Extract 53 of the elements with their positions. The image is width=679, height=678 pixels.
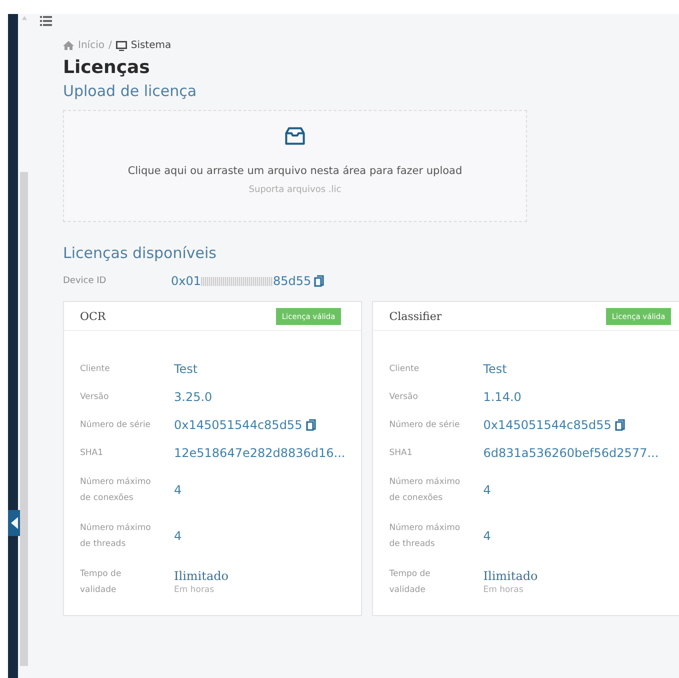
field-value: 6d831a536260bef56d2577... [483, 446, 659, 460]
field-label: Tempo de validade [389, 568, 432, 597]
field-value: 12e518647e282d8836d16... [174, 446, 346, 460]
upload-hint: Suporta arquivos .lic [248, 185, 342, 195]
field-value: Test [174, 362, 198, 376]
chevron-left-icon [10, 517, 18, 529]
field-value: 4 [174, 483, 182, 497]
field-label: Número máximo de threads [80, 522, 152, 551]
field-label: Versão [80, 391, 110, 404]
field-label: Número máximo de threads [389, 522, 462, 551]
copy-icon[interactable] [615, 419, 626, 431]
field-value: 4 [483, 483, 491, 497]
upload-dropzone[interactable]: Clique aqui ou arraste um arquivo nesta área para fazer upload Suporta arquivos .lic [63, 110, 527, 222]
page-title: Licenças [63, 57, 151, 78]
field-value: Ilimitado [174, 569, 229, 583]
field-value: 1.14.0 [483, 390, 522, 404]
scrollbar-thumb[interactable] [20, 172, 28, 666]
field-value: 4 [483, 529, 491, 543]
copy-icon[interactable] [314, 275, 324, 287]
field-label: Número máximo de conexões [389, 476, 462, 505]
field-value: Test [483, 362, 507, 376]
breadcrumb-separator: / [108, 40, 112, 51]
field-value: 0x145051544c85d55 [483, 418, 612, 432]
field-note: Em horas [483, 585, 524, 595]
field-label: Número de série [80, 419, 152, 432]
field-value: 4 [174, 529, 182, 543]
section-heading: Licenças disponíveis [63, 244, 218, 262]
device-id-suffix: 85d55 [273, 274, 312, 288]
device-id-prefix: 0x01 [171, 274, 202, 288]
upload-prompt: Clique aqui ou arraste um arquivo nesta área para fazer upload [128, 165, 462, 177]
field-label: Número de série [389, 419, 461, 432]
field-label: Número máximo de conexões [80, 476, 152, 505]
field-value: 3.25.0 [174, 390, 212, 404]
field-label: Cliente [389, 363, 420, 376]
field-label: SHA1 [389, 447, 414, 460]
monitor-icon [116, 40, 127, 50]
device-id-label: Device ID [63, 276, 108, 286]
field-value: 0x145051544c85d55 [174, 418, 302, 432]
menu-icon[interactable] [40, 16, 52, 26]
card-title: Classifier [389, 310, 442, 322]
card-title: OCR [80, 310, 106, 322]
field-label: SHA1 [80, 447, 104, 460]
field-value: Ilimitado [483, 569, 538, 583]
field-label: Tempo de validade [80, 568, 122, 597]
collapse-tab[interactable] [8, 510, 20, 536]
inbox-icon [285, 127, 305, 145]
breadcrumb-link[interactable]: Sistema [130, 40, 172, 51]
field-label: Cliente [80, 363, 111, 376]
section-heading: Upload de licença [63, 82, 198, 100]
home-icon [63, 41, 74, 50]
field-label: Versão [389, 391, 419, 404]
copy-icon[interactable] [306, 419, 316, 431]
field-note: Em horas [174, 585, 216, 595]
